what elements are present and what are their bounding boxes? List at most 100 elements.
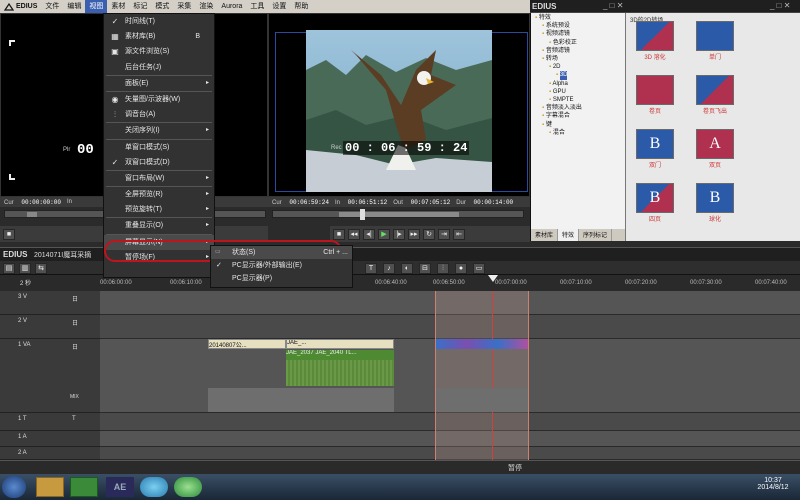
track-header[interactable]: 2 A	[0, 447, 100, 460]
view-menu-item[interactable]: 面板(E) ▸	[104, 76, 214, 91]
app-icon[interactable]	[174, 477, 202, 497]
menu-11[interactable]: 帮助	[290, 0, 312, 13]
recorder-scrubber[interactable]	[272, 209, 524, 220]
audio-clip-gray[interactable]	[286, 388, 394, 412]
insert-button[interactable]: ⇥	[438, 228, 450, 240]
mixer-icon[interactable]: ⫶	[437, 263, 449, 274]
transition-thumb[interactable]	[636, 75, 674, 105]
view-menu-item[interactable]: ▣ 源文件浏览(S)	[104, 44, 214, 59]
menu-6[interactable]: 采集	[173, 0, 195, 13]
view-menu-item[interactable]: ⫶ 调音台(A)	[104, 107, 214, 122]
audio-icon[interactable]: ♪	[383, 263, 395, 274]
view-menu-item[interactable]: ✓ 时间线(T)	[104, 14, 214, 29]
menu-2[interactable]: 视图	[85, 0, 108, 13]
submenu-item[interactable]: ▭ 状态(S) Ctrl + ...	[211, 246, 352, 259]
view-menu-item[interactable]: ▦ 素材库(B) B	[104, 29, 214, 44]
tree-item[interactable]: ▪ 2D	[533, 63, 623, 71]
menu-1[interactable]: 编辑	[63, 0, 85, 13]
audio-clip-gray[interactable]	[208, 388, 286, 412]
step-forward-button[interactable]: |▸	[393, 228, 405, 240]
step-back-button[interactable]: ◂|	[363, 228, 375, 240]
transition-thumb[interactable]: A	[696, 129, 734, 159]
menu-3[interactable]: 素材	[107, 0, 129, 13]
stop-button[interactable]: ■	[333, 228, 345, 240]
transition-thumb[interactable]	[696, 75, 734, 105]
menu-10[interactable]: 设置	[268, 0, 290, 13]
submenu-item[interactable]: ✓ PC显示器/外部输出(E)	[211, 259, 352, 272]
panel-tab[interactable]: 素材库	[531, 229, 559, 241]
view-menu-item[interactable]: ✓ 双窗口模式(D)	[104, 155, 214, 170]
transition-thumb[interactable]: B	[696, 183, 734, 213]
view-menu-item[interactable]: ◉ 矢量图/示波器(W)	[104, 92, 214, 107]
tree-item[interactable]: ▪ 特效	[533, 14, 623, 22]
view-menu-item[interactable]: 窗口布局(W) ▸	[104, 171, 214, 186]
scrub-handle[interactable]	[360, 209, 365, 220]
overwrite-button[interactable]: ⇤	[453, 228, 465, 240]
scrub-handle[interactable]	[27, 212, 37, 217]
playhead-marker[interactable]	[488, 275, 498, 282]
menu-4[interactable]: 标记	[129, 0, 151, 13]
explorer-icon[interactable]	[36, 477, 64, 497]
transition-thumb[interactable]	[696, 21, 734, 51]
view-menu-item[interactable]: 后台任务(J)	[104, 60, 214, 75]
sequence-tab[interactable]: 2014071I魔耳采摘	[34, 250, 91, 260]
browser-icon[interactable]	[140, 477, 168, 497]
recorder-preview[interactable]: Rec 00 : 06 : 59 : 24	[268, 13, 530, 197]
render-icon[interactable]: ◐	[401, 263, 413, 274]
submenu-item[interactable]: PC显示器(P)	[211, 272, 352, 285]
transition-thumb[interactable]: B	[636, 183, 674, 213]
tree-item[interactable]: ▪ 音频滤镜	[533, 47, 623, 55]
menu-7[interactable]: 渲染	[195, 0, 217, 13]
tree-item[interactable]: ▪ 转场	[533, 55, 623, 63]
track-header[interactable]: 3 V 日	[0, 291, 100, 315]
track-header[interactable]: 1 VA 日 MIX	[0, 339, 100, 413]
record-icon[interactable]: ●	[455, 263, 467, 274]
tree-item[interactable]: ▪ 键	[533, 121, 623, 129]
menu-5[interactable]: 模式	[151, 0, 173, 13]
panel-tab[interactable]: 序列标记	[579, 229, 613, 241]
menu-9[interactable]: 工具	[246, 0, 268, 13]
panel-tab[interactable]: 特效	[558, 229, 580, 241]
window-controls-2[interactable]: _ □ ✕	[770, 1, 790, 10]
view-menu-item[interactable]: 重叠显示(O) ▸	[104, 218, 214, 233]
audio-waveform[interactable]	[286, 360, 394, 386]
output-icon[interactable]: ▭	[473, 263, 485, 274]
play-button[interactable]: ▶	[378, 228, 390, 240]
tree-item[interactable]: ▪ Alpha	[533, 80, 623, 88]
edius-taskbar-icon[interactable]	[70, 477, 98, 497]
audio-clip-gray[interactable]	[436, 388, 528, 412]
loop-button[interactable]: ↻	[423, 228, 435, 240]
view-menu-item[interactable]: 关闭序列(I) ▸	[104, 123, 214, 138]
transition-thumb[interactable]: B	[636, 129, 674, 159]
clip[interactable]: JAE_...	[286, 339, 394, 349]
tree-item[interactable]: ▪ 色彩校正	[533, 39, 623, 47]
rewind-button[interactable]: ◂◂	[348, 228, 360, 240]
clip-audio-label-row[interactable]: JAE_2037 JAE_2040 TL...	[286, 350, 394, 360]
tree-item[interactable]: ▪ 视频滤镜	[533, 30, 623, 38]
clip[interactable]: 20140807公...	[208, 339, 286, 349]
track-header[interactable]: 1 T T	[0, 413, 100, 431]
view-menu-item[interactable]: 全屏预览(R) ▸	[104, 187, 214, 202]
menu-0[interactable]: 文件	[41, 0, 63, 13]
ae-taskbar-icon[interactable]: AE	[106, 477, 134, 497]
view-menu-item[interactable]: 预览旋转(T) ▸	[104, 202, 214, 217]
track-header[interactable]: 1 A	[0, 431, 100, 447]
start-button[interactable]	[2, 476, 26, 498]
new-sequence-icon[interactable]: ▤	[3, 263, 15, 274]
view-menu-item[interactable]: 单窗口模式(S)	[104, 140, 214, 155]
mode-icon[interactable]: ▥	[19, 263, 31, 274]
menu-8[interactable]: Aurora	[217, 0, 246, 13]
tree-item[interactable]: ▪ 音频淡入淡出	[533, 104, 623, 112]
fast-forward-button[interactable]: ▸▸	[408, 228, 420, 240]
tree-item[interactable]: ▪ 系统预设	[533, 22, 623, 30]
track-header[interactable]: 2 V 日	[0, 315, 100, 339]
tree-item[interactable]: ▪ SMPTE	[533, 96, 623, 104]
transition-thumb[interactable]	[636, 21, 674, 51]
tree-item[interactable]: ▪ 混合	[533, 129, 623, 137]
stop-button[interactable]: ■	[3, 228, 15, 240]
tree-item[interactable]: ▪ GPU	[533, 88, 623, 96]
clip[interactable]	[436, 339, 528, 349]
sync-icon[interactable]: ⇆	[35, 263, 47, 274]
window-controls[interactable]: _ □ ✕	[603, 1, 623, 10]
tree-item[interactable]: ▪ 字幕混合	[533, 112, 623, 120]
